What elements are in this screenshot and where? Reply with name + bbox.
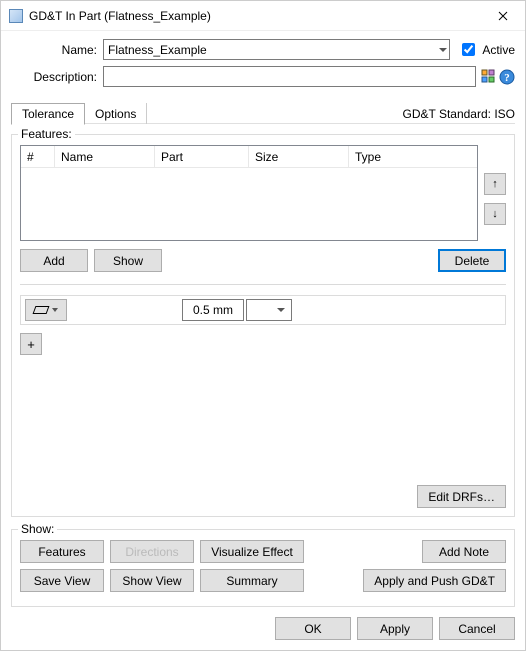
name-combo-wrap bbox=[103, 39, 450, 60]
col-part[interactable]: Part bbox=[155, 146, 249, 167]
tolerance-row bbox=[20, 295, 506, 325]
tolerance-modifier-combo[interactable] bbox=[246, 299, 292, 321]
client-area: Name: Active Description: bbox=[1, 31, 525, 650]
col-index[interactable]: # bbox=[21, 146, 55, 167]
gdt-standard: GD&T Standard: ISO bbox=[403, 107, 516, 121]
features-header: # Name Part Size Type bbox=[21, 146, 477, 168]
tolerance-value-input[interactable] bbox=[182, 299, 244, 321]
name-row: Name: Active bbox=[11, 39, 515, 60]
show-row-1: Features Directions Visualize Effect Add… bbox=[20, 540, 506, 563]
app-icon bbox=[9, 9, 23, 23]
active-label: Active bbox=[482, 43, 515, 57]
reorder-buttons: ↑ ↓ bbox=[484, 173, 506, 225]
show-view-button[interactable]: Show View bbox=[110, 569, 194, 592]
divider bbox=[20, 284, 506, 285]
edit-drfs-row: Edit DRFs… bbox=[20, 375, 506, 508]
chevron-down-icon bbox=[52, 308, 58, 312]
move-up-button[interactable]: ↑ bbox=[484, 173, 506, 195]
cancel-button[interactable]: Cancel bbox=[439, 617, 515, 640]
visualize-effect-button[interactable]: Visualize Effect bbox=[200, 540, 304, 563]
col-type[interactable]: Type bbox=[349, 146, 477, 167]
description-input[interactable] bbox=[103, 66, 476, 87]
show-row-2: Save View Show View Summary Apply and Pu… bbox=[20, 569, 506, 592]
flatness-icon bbox=[33, 306, 50, 314]
col-name[interactable]: Name bbox=[55, 146, 155, 167]
tolerance-page: Features: # Name Part Size Type ↑ ↓ bbox=[11, 134, 515, 517]
features-list[interactable]: # Name Part Size Type bbox=[20, 145, 478, 241]
resource-picker-icon[interactable] bbox=[480, 68, 497, 85]
apply-push-button[interactable]: Apply and Push GD&T bbox=[363, 569, 506, 592]
name-combo[interactable] bbox=[103, 39, 450, 60]
active-checkbox-input[interactable] bbox=[462, 43, 475, 56]
gdt-symbol-picker[interactable] bbox=[25, 299, 67, 321]
title-bar: GD&T In Part (Flatness_Example) bbox=[1, 1, 525, 31]
description-row: Description: ? bbox=[11, 66, 515, 87]
show-features-button[interactable]: Features bbox=[20, 540, 104, 563]
tab-tolerance[interactable]: Tolerance bbox=[11, 103, 85, 125]
apply-button[interactable]: Apply bbox=[357, 617, 433, 640]
dialog-buttons: OK Apply Cancel bbox=[11, 617, 515, 640]
tab-strip: Tolerance Options GD&T Standard: ISO bbox=[11, 103, 515, 124]
edit-drfs-button[interactable]: Edit DRFs… bbox=[417, 485, 506, 508]
help-icon[interactable]: ? bbox=[498, 68, 515, 85]
svg-text:?: ? bbox=[504, 72, 510, 84]
features-area: # Name Part Size Type ↑ ↓ bbox=[20, 145, 506, 241]
feature-buttons: Add Show Delete bbox=[20, 249, 506, 272]
features-legend: Features: bbox=[18, 127, 75, 141]
close-icon bbox=[498, 11, 508, 21]
name-label: Name: bbox=[11, 43, 103, 57]
show-group: Show: Features Directions Visualize Effe… bbox=[11, 529, 515, 607]
active-checkbox[interactable]: Active bbox=[458, 40, 515, 59]
add-tolerance-row-button[interactable]: + bbox=[20, 333, 42, 355]
description-label: Description: bbox=[11, 70, 103, 84]
delete-button[interactable]: Delete bbox=[438, 249, 506, 272]
add-note-button[interactable]: Add Note bbox=[422, 540, 506, 563]
chevron-down-icon bbox=[277, 308, 285, 312]
close-button[interactable] bbox=[480, 1, 525, 30]
show-legend: Show: bbox=[18, 522, 57, 536]
ok-button[interactable]: OK bbox=[275, 617, 351, 640]
spacer bbox=[168, 249, 432, 272]
window-title: GD&T In Part (Flatness_Example) bbox=[29, 9, 480, 23]
show-directions-button: Directions bbox=[110, 540, 194, 563]
move-down-button[interactable]: ↓ bbox=[484, 203, 506, 225]
tab-options[interactable]: Options bbox=[85, 103, 147, 124]
description-icons: ? bbox=[480, 68, 515, 85]
spacer bbox=[310, 540, 416, 563]
summary-button[interactable]: Summary bbox=[200, 569, 304, 592]
add-button[interactable]: Add bbox=[20, 249, 88, 272]
show-button[interactable]: Show bbox=[94, 249, 162, 272]
col-size[interactable]: Size bbox=[249, 146, 349, 167]
save-view-button[interactable]: Save View bbox=[20, 569, 104, 592]
gdt-dialog: GD&T In Part (Flatness_Example) Name: Ac… bbox=[0, 0, 526, 651]
spacer bbox=[310, 569, 357, 592]
